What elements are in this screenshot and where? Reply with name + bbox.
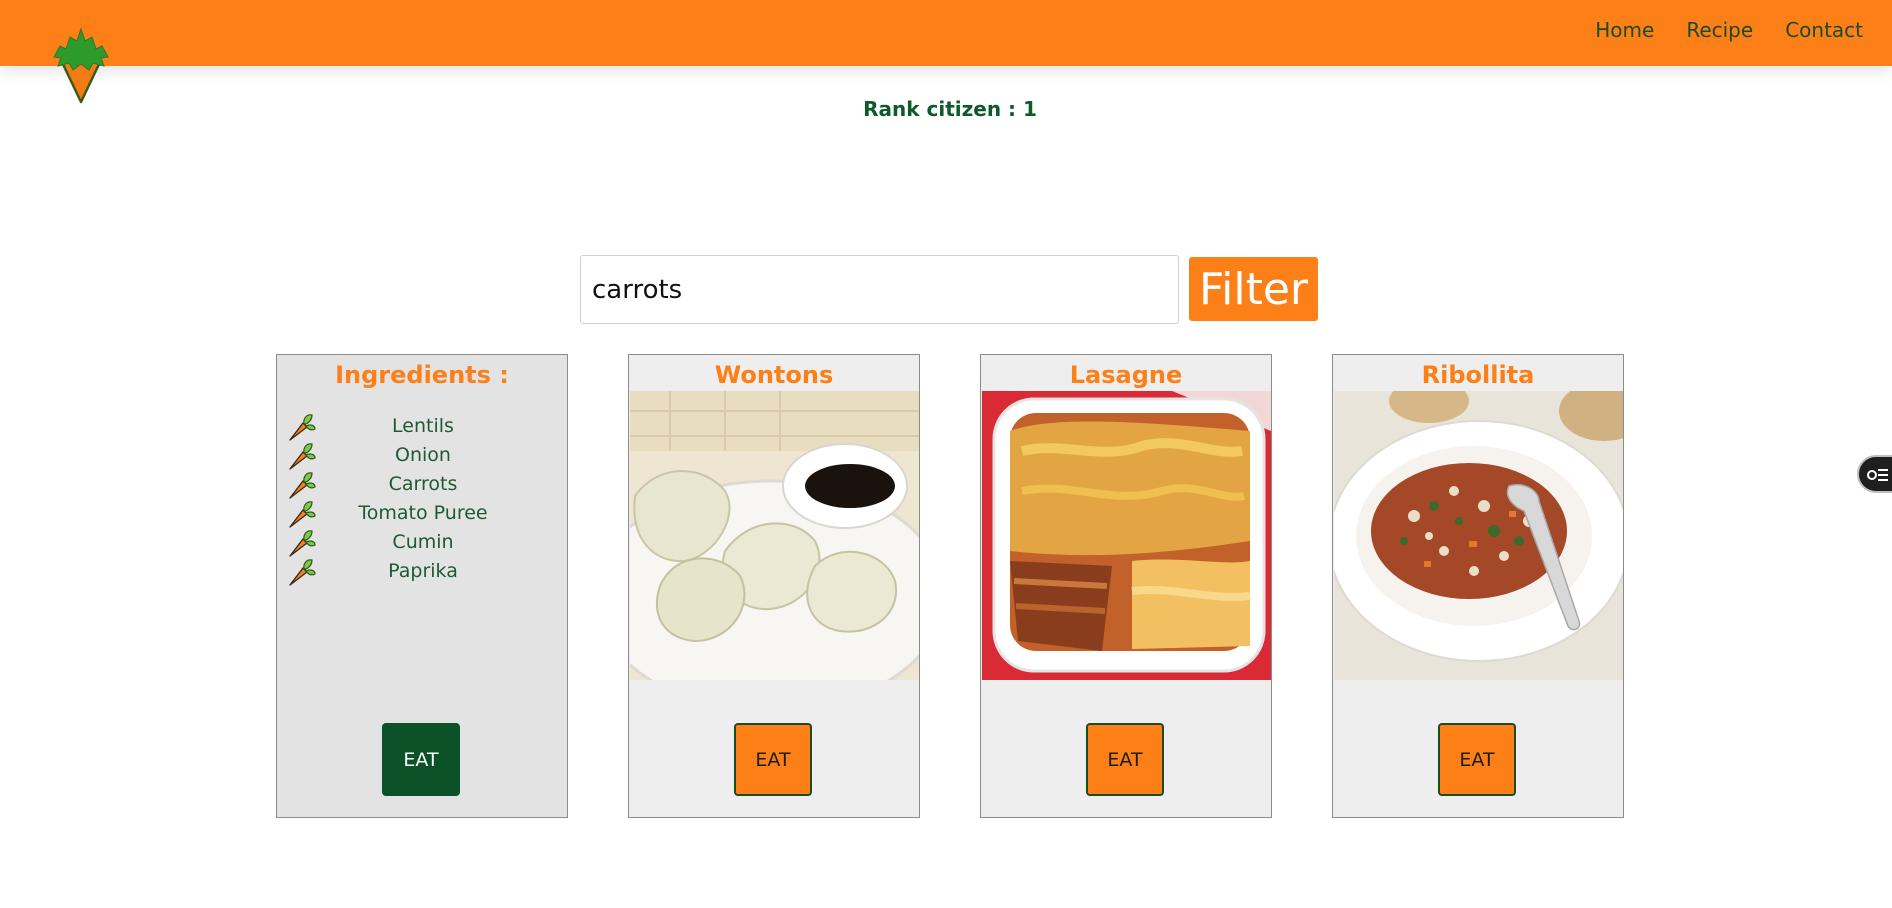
wontons-photo[interactable] <box>630 391 919 680</box>
nav-home-link[interactable]: Home <box>1595 18 1654 42</box>
recipe-title: Lasagne <box>1069 361 1183 389</box>
recipe-title: Wontons <box>714 361 834 389</box>
nav-recipe-link[interactable]: Recipe <box>1686 18 1753 42</box>
top-header: Home Recipe Contact <box>0 0 1892 66</box>
recipe-title: Ribollita <box>1421 361 1535 389</box>
main-nav: Home Recipe Contact <box>1595 18 1863 42</box>
rank-citizen-label: Rank citizen : 1 <box>863 97 1037 121</box>
ingredients-eat-button[interactable]: EAT <box>382 723 460 796</box>
recipe-card-lasagne: Lasagne EAT <box>980 354 1272 818</box>
ingredient-item: Lentils <box>285 412 561 441</box>
ingredients-card: Ingredients : Lentils Onion Carrots Toma… <box>276 354 568 818</box>
ingredients-list: Lentils Onion Carrots Tomato Puree Cumin… <box>285 412 561 586</box>
filter-button[interactable]: Filter <box>1189 257 1318 321</box>
ingredient-label: Lentils <box>392 415 454 437</box>
search-input[interactable] <box>580 255 1179 324</box>
toggle-list-glyph <box>1867 469 1888 481</box>
ingredient-label: Carrots <box>388 473 458 495</box>
ingredient-item: Tomato Puree <box>285 499 561 528</box>
toggle-list-icon[interactable] <box>1857 455 1892 493</box>
wontons-eat-button[interactable]: EAT <box>734 723 812 796</box>
lasagne-eat-button[interactable]: EAT <box>1086 723 1164 796</box>
ribollita-photo[interactable] <box>1334 391 1623 680</box>
recipe-card-ribollita: Ribollita EAT <box>1332 354 1624 818</box>
ingredient-item: Carrots <box>285 470 561 499</box>
ingredient-label: Cumin <box>392 531 454 553</box>
lasagne-photo[interactable] <box>982 391 1271 680</box>
ingredient-item: Cumin <box>285 528 561 557</box>
ingredient-item: Paprika <box>285 557 561 586</box>
ingredient-label: Paprika <box>388 560 458 582</box>
ingredient-label: Tomato Puree <box>358 502 488 524</box>
carrot-logo-icon[interactable] <box>46 26 116 106</box>
ingredient-item: Onion <box>285 441 561 470</box>
ingredients-title: Ingredients : <box>335 361 509 389</box>
nav-contact-link[interactable]: Contact <box>1785 18 1863 42</box>
ribollita-eat-button[interactable]: EAT <box>1438 723 1516 796</box>
ingredient-label: Onion <box>395 444 451 466</box>
recipe-card-wontons: Wontons EAT <box>628 354 920 818</box>
